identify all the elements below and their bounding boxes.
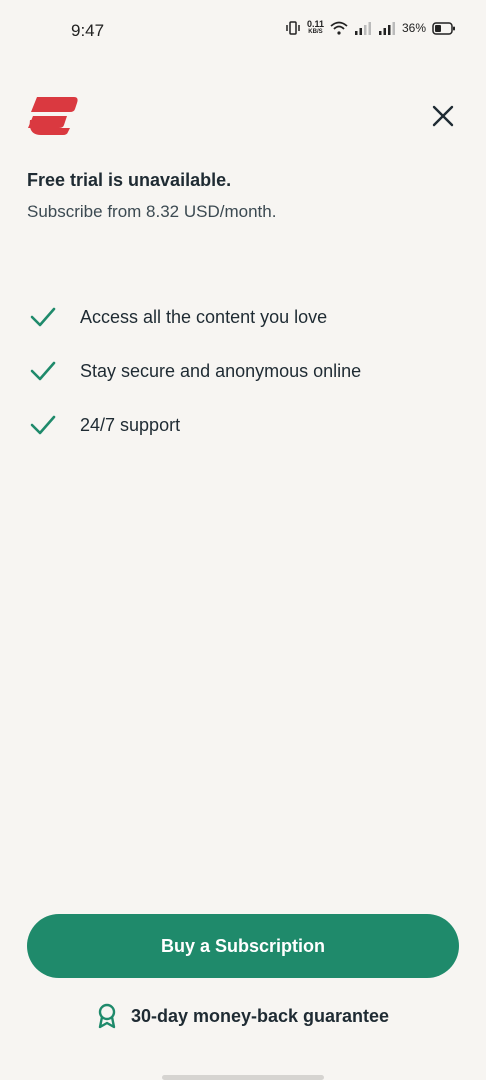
feature-label: 24/7 support — [80, 414, 181, 435]
net-speed: 0.11 KB/S — [307, 20, 324, 36]
status-time: 9:47 — [71, 21, 105, 40]
battery-percent: 36% — [401, 21, 426, 35]
check-icon — [27, 355, 59, 387]
buy-subscription-button[interactable]: Buy a Subscription — [27, 914, 459, 978]
feature-item: 24/7 support — [27, 398, 361, 452]
page-title: Free trial is unavailable. — [27, 170, 232, 190]
feature-item: Access all the content you love — [27, 290, 361, 344]
status-bar: 9:47 0.11 KB/S 36% — [0, 0, 486, 60]
feature-list: Access all the content you love Stay sec… — [27, 290, 361, 452]
feature-label: Stay secure and anonymous online — [80, 360, 362, 381]
close-icon — [432, 105, 454, 127]
money-back-guarantee: 30-day money-back guarantee — [0, 1003, 486, 1029]
status-icons: 0.11 KB/S 36% — [285, 20, 456, 36]
home-indicator[interactable] — [162, 1075, 324, 1080]
vibrate-icon — [286, 21, 300, 35]
price-subtitle: Subscribe from 8.32 USD/month. — [27, 202, 277, 221]
wifi-icon — [330, 21, 348, 35]
check-icon — [27, 409, 59, 441]
feature-label: Access all the content you love — [80, 306, 328, 327]
guarantee-label: 30-day money-back guarantee — [130, 1005, 390, 1026]
check-icon — [27, 301, 59, 333]
net-speed-unit: KB/S — [308, 29, 323, 35]
expressvpn-logo — [28, 97, 78, 135]
award-ribbon-icon — [98, 1003, 116, 1029]
signal-icon — [378, 22, 395, 35]
signal-icon — [354, 22, 371, 35]
net-speed-value: 0.11 — [306, 19, 324, 29]
feature-item: Stay secure and anonymous online — [27, 344, 361, 398]
close-button[interactable] — [429, 102, 457, 130]
battery-icon — [432, 21, 455, 35]
